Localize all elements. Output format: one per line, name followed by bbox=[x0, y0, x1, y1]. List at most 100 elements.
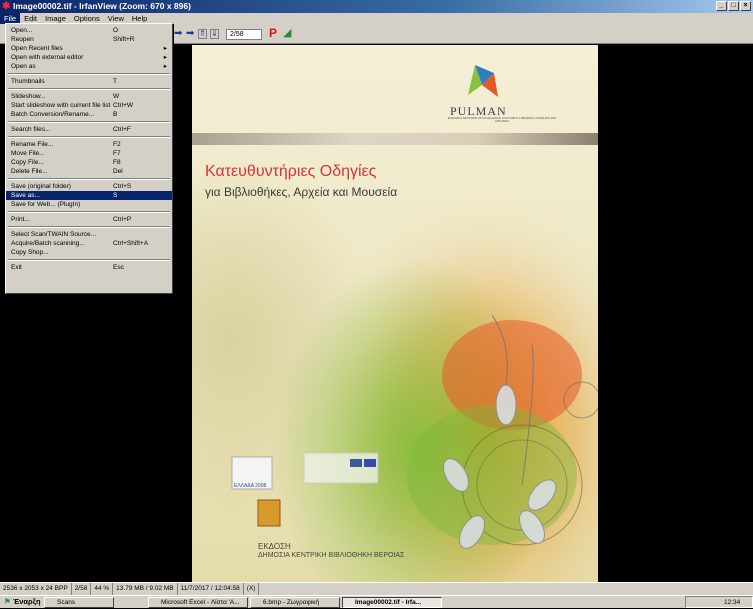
status-extra: (X) bbox=[244, 583, 260, 595]
menu-item-label: Open as bbox=[11, 63, 36, 70]
file-menu-item[interactable]: Save as... S bbox=[6, 191, 172, 200]
menu-item-label: Save as... bbox=[11, 192, 40, 199]
file-menu-item[interactable]: Select Scan/TWAIN Source... bbox=[6, 230, 172, 239]
menu-item-shortcut: Ctrl+P bbox=[113, 216, 132, 223]
menu-item-label: Slideshow... bbox=[11, 93, 46, 100]
menu-item-shortcut: Del bbox=[113, 168, 123, 175]
p-icon[interactable]: P bbox=[269, 27, 277, 39]
clock: 12:34 bbox=[724, 599, 741, 606]
file-menu-item[interactable]: Rename File... F2 bbox=[6, 140, 172, 149]
file-menu-item[interactable]: Batch Conversion/Rename... B bbox=[6, 110, 172, 119]
paint-icon[interactable]: ◢ bbox=[283, 27, 291, 39]
menu-item-shortcut: B bbox=[113, 111, 118, 118]
menu-item-shortcut: S bbox=[113, 192, 118, 199]
file-menu-item[interactable]: Copy File... F8 bbox=[6, 158, 172, 167]
file-menu-item[interactable]: Save for Web... (PlugIn) bbox=[6, 200, 172, 209]
arrow-right-icon[interactable]: ➡ bbox=[186, 28, 194, 40]
menu-item-label: Start slideshow with current file list bbox=[11, 102, 111, 109]
file-menu-item[interactable]: Copy Shop... bbox=[6, 248, 172, 257]
menu-item-label: Select Scan/TWAIN Source... bbox=[11, 231, 97, 238]
file-menu-item[interactable]: Print... Ctrl+P bbox=[6, 215, 172, 224]
system-tray: 12:34 bbox=[685, 596, 753, 608]
menu-item-label: Copy File... bbox=[11, 159, 44, 166]
hellas-2008-logo: ΕΛΛΑΔΑ 2008 bbox=[234, 483, 267, 489]
menu-separator bbox=[8, 136, 170, 138]
task-excel[interactable]: Microsoft Excel - Λίστα 'Α... bbox=[148, 597, 248, 608]
publisher-label: ΕΚΔΟΣΗ bbox=[258, 542, 291, 551]
file-menu-item[interactable]: Acquire/Batch scanning... Ctrl+Shift+A bbox=[6, 239, 172, 248]
menu-separator bbox=[8, 226, 170, 228]
menu-separator bbox=[8, 88, 170, 90]
taskbar: ⚑ Έναρξη Scans Microsoft Excel - Λίστα '… bbox=[0, 595, 753, 608]
menu-item-label: Print... bbox=[11, 216, 30, 223]
file-menu-item[interactable]: Open with external editor ▸ bbox=[6, 53, 172, 62]
task-irfanview[interactable]: Image00002.tif - Irfa... bbox=[342, 597, 442, 608]
file-menu-item[interactable]: Save (original folder) Ctrl+S bbox=[6, 182, 172, 191]
menu-item-shortcut: W bbox=[113, 93, 120, 100]
file-menu-item[interactable]: Search files... Ctrl+F bbox=[6, 125, 172, 134]
status-memory: 13.79 MB / 9.02 MB bbox=[113, 583, 178, 595]
menu-item-label: Batch Conversion/Rename... bbox=[11, 111, 95, 118]
pulman-subtitle: EUROPE'S NETWORK OF EXCELLENCE FOR PUBLI… bbox=[447, 116, 557, 123]
submenu-arrow-icon: ▸ bbox=[163, 45, 167, 52]
menu-item-label: Delete File... bbox=[11, 168, 48, 175]
file-menu-item[interactable]: Open... O bbox=[6, 26, 172, 35]
menu-item-label: Search files... bbox=[11, 126, 51, 133]
menu-item-label: Open with external editor bbox=[11, 54, 84, 61]
file-menu-item[interactable]: Start slideshow with current file list Ct… bbox=[6, 101, 172, 110]
arrow-left-icon[interactable]: ➡ bbox=[174, 28, 182, 40]
submenu-arrow-icon: ▸ bbox=[163, 63, 167, 70]
menu-item-shortcut: F8 bbox=[113, 159, 121, 166]
menu-item-label: Copy Shop... bbox=[11, 249, 49, 256]
close-button[interactable]: × bbox=[740, 1, 751, 11]
file-menu-item[interactable]: Slideshow... W bbox=[6, 92, 172, 101]
decorative-stripe bbox=[192, 133, 598, 145]
status-dimensions: 2536 x 2053 x 24 BPP bbox=[0, 583, 72, 595]
menu-item-label: Thumbnails bbox=[11, 78, 45, 85]
menu-item-shortcut: T bbox=[113, 78, 117, 85]
menu-item-shortcut: Ctrl+F bbox=[113, 126, 131, 133]
menu-item-shortcut: Esc bbox=[113, 264, 124, 271]
file-menu-item[interactable]: Delete File... Del bbox=[6, 167, 172, 176]
publisher-name: ΔΗΜΟΣΙΑ ΚΕΝΤΡΙΚΗ ΒΙΒΛΙΟΘΗΚΗ ΒΕΡΟΙΑΣ bbox=[258, 552, 405, 559]
submenu-arrow-icon: ▸ bbox=[163, 54, 167, 61]
file-menu: Open... O Reopen Shift+R Open Recent files ▸ O… bbox=[5, 23, 173, 294]
page-down-icon[interactable]: ⇓ bbox=[210, 29, 219, 39]
minimize-button[interactable]: _ bbox=[716, 1, 727, 11]
status-zoom: 44 % bbox=[91, 583, 114, 595]
file-menu-item[interactable]: Reopen Shift+R bbox=[6, 35, 172, 44]
cover-title: Κατευθυντήριες Οδηγίες bbox=[205, 163, 377, 180]
menu-item-label: Acquire/Batch scanning... bbox=[11, 240, 85, 247]
menu-item-label: Rename File... bbox=[11, 141, 54, 148]
menu-item-label: Open Recent files bbox=[11, 45, 63, 52]
menu-item-label: Open... bbox=[11, 27, 33, 34]
menu-item-shortcut: Ctrl+S bbox=[113, 183, 132, 190]
menu-item-shortcut: Shift+R bbox=[113, 36, 135, 43]
page-field[interactable]: 2/58 bbox=[226, 29, 262, 40]
menu-separator bbox=[8, 259, 170, 261]
menu-item-label: Reopen bbox=[11, 36, 34, 43]
windows-logo-icon: ⚑ bbox=[4, 597, 11, 606]
start-button[interactable]: ⚑ Έναρξη bbox=[1, 596, 43, 608]
menu-separator bbox=[8, 178, 170, 180]
window-title: Image00002.tif - IrfanView (Zoom: 670 x … bbox=[13, 1, 191, 11]
task-paint[interactable]: 6.bmp - Ζωγραφική bbox=[250, 597, 340, 608]
cover-artwork bbox=[192, 45, 598, 582]
file-menu-item[interactable]: Move File... F7 bbox=[6, 149, 172, 158]
menu-item-label: Exit bbox=[11, 264, 22, 271]
task-scans[interactable]: Scans bbox=[44, 597, 114, 608]
menu-item-shortcut: Ctrl+W bbox=[113, 102, 134, 109]
maximize-button[interactable]: □ bbox=[728, 1, 739, 11]
menu-separator bbox=[8, 211, 170, 213]
file-menu-item[interactable]: Thumbnails T bbox=[6, 77, 172, 86]
menu-item-shortcut: Ctrl+Shift+A bbox=[113, 240, 149, 247]
menu-item-shortcut: O bbox=[113, 27, 119, 34]
cover-subtitle: για Βιβλιοθήκες, Αρχεία και Μουσεία bbox=[205, 185, 398, 199]
file-menu-item[interactable]: Open Recent files ▸ bbox=[6, 44, 172, 53]
status-page: 2/58 bbox=[72, 583, 92, 595]
menu-separator bbox=[8, 121, 170, 123]
page-up-icon[interactable]: ⇑ bbox=[198, 29, 207, 39]
file-menu-item[interactable]: Open as ▸ bbox=[6, 62, 172, 71]
menu-item-label: Save (original folder) bbox=[11, 183, 71, 190]
file-menu-item[interactable]: Exit Esc bbox=[6, 263, 172, 272]
